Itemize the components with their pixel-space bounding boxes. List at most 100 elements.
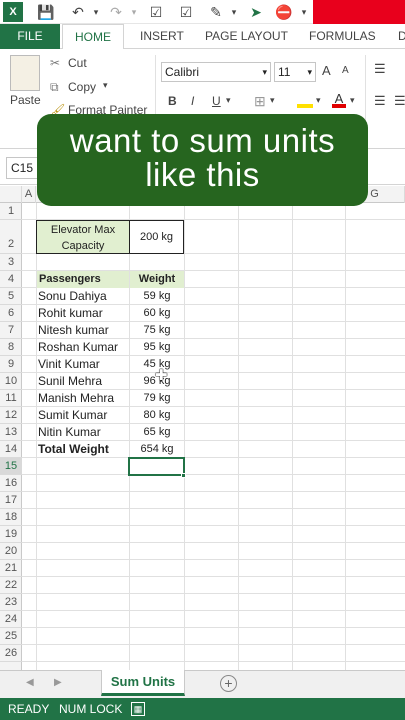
row-header[interactable]: 14 [0, 441, 22, 458]
row-header[interactable]: 1 [0, 203, 22, 220]
worksheet-grid[interactable]: Elevator Max Capacity 200 kg Passengers … [22, 203, 405, 670]
passenger-weight[interactable]: 75 kg [130, 322, 184, 339]
tab-home[interactable]: HOME [62, 24, 124, 50]
selected-cell-c15[interactable] [128, 457, 185, 476]
row-header[interactable]: 18 [0, 509, 22, 526]
align-center-icon[interactable]: ☰ [394, 93, 405, 109]
customize-toolbar-icon[interactable]: ▾ [294, 2, 314, 22]
row-header[interactable]: 3 [0, 254, 22, 271]
passenger-name[interactable]: Sunil Mehra [38, 373, 102, 390]
capacity-value-cell[interactable]: 200 kg [129, 220, 184, 254]
checkbox-icon[interactable]: ☑ [146, 2, 166, 22]
paste-button[interactable]: Paste [10, 93, 41, 107]
row-header[interactable]: 10 [0, 373, 22, 390]
grow-font-button[interactable]: A [322, 63, 331, 78]
tab-data[interactable]: D [398, 24, 405, 49]
row-header[interactable]: 23 [0, 594, 22, 611]
undo-dropdown-icon[interactable]: ▾ [86, 2, 106, 22]
tab-page-layout[interactable]: PAGE LAYOUT [205, 24, 288, 49]
scissors-icon[interactable]: ✂ [50, 56, 60, 70]
row-header-selected[interactable]: 15 [0, 458, 22, 475]
checkbox-icon[interactable]: ☑ [176, 2, 196, 22]
row-header[interactable]: 25 [0, 628, 22, 645]
copy-button[interactable]: Copy [68, 80, 96, 94]
tab-insert[interactable]: INSERT [140, 24, 184, 49]
sheet-tab-sum-units[interactable]: Sum Units [101, 670, 185, 696]
run-icon[interactable]: ➤ [246, 2, 266, 22]
passenger-weight[interactable]: 59 kg [130, 288, 184, 305]
passenger-name[interactable]: Sonu Dahiya [38, 288, 107, 305]
paste-icon[interactable] [10, 55, 40, 91]
borders-dropdown-icon[interactable]: ▾ [270, 95, 275, 106]
redo-icon[interactable]: ↷ [106, 2, 126, 22]
fill-dropdown-icon[interactable]: ▾ [316, 95, 321, 106]
font-color-dropdown-icon[interactable]: ▾ [350, 95, 355, 106]
row-header[interactable]: 4 [0, 271, 22, 288]
passenger-weight[interactable]: 79 kg [130, 390, 184, 407]
passenger-name[interactable]: Rohit kumar [38, 305, 103, 322]
passenger-weight[interactable]: 60 kg [130, 305, 184, 322]
header-weight[interactable]: Weight [130, 271, 184, 288]
row-header[interactable]: 22 [0, 577, 22, 594]
select-all-corner[interactable] [0, 186, 22, 203]
fill-handle[interactable] [181, 473, 186, 478]
passenger-name[interactable]: Nitesh kumar [38, 322, 109, 339]
total-weight-label[interactable]: Total Weight [38, 441, 109, 458]
row-header[interactable]: 13 [0, 424, 22, 441]
copy-dropdown-icon[interactable]: ▾ [103, 80, 108, 91]
chevron-down-icon[interactable]: ▾ [224, 2, 244, 22]
row-header[interactable]: 5 [0, 288, 22, 305]
passenger-name[interactable]: Manish Mehra [38, 390, 114, 407]
row-header[interactable]: 16 [0, 475, 22, 492]
redo-dropdown-icon[interactable]: ▾ [124, 2, 144, 22]
passenger-name[interactable]: Roshan Kumar [38, 339, 118, 356]
column-header-a[interactable]: A [22, 186, 36, 203]
passenger-weight[interactable]: 80 kg [130, 407, 184, 424]
passenger-name[interactable]: Vinit Kumar [38, 356, 100, 373]
align-left-icon[interactable]: ☰ [374, 93, 386, 109]
row-header[interactable]: 6 [0, 305, 22, 322]
row-header[interactable]: 26 [0, 645, 22, 662]
add-sheet-button[interactable]: + [220, 675, 237, 692]
row-header[interactable]: 7 [0, 322, 22, 339]
stop-icon[interactable]: ⛔ [274, 2, 294, 22]
prev-sheet-icon[interactable]: ◀ [26, 677, 34, 688]
header-passengers[interactable]: Passengers [37, 271, 129, 288]
bold-button[interactable]: B [168, 94, 177, 108]
capacity-label-cell[interactable]: Elevator Max Capacity [36, 220, 130, 254]
copy-icon[interactable]: ⧉ [50, 80, 59, 95]
edit-form-icon[interactable]: ✎ [206, 2, 226, 22]
save-icon[interactable]: 💾 [36, 2, 56, 22]
borders-icon[interactable]: ⊞ [254, 93, 266, 110]
row-header[interactable]: 19 [0, 526, 22, 543]
fill-color-icon[interactable] [297, 92, 313, 108]
row-header[interactable]: 8 [0, 339, 22, 356]
row-header[interactable]: 2 [0, 220, 22, 254]
underline-dropdown-icon[interactable]: ▾ [226, 95, 231, 106]
font-color-icon[interactable]: A [332, 92, 346, 108]
tab-formulas[interactable]: FORMULAS [309, 24, 376, 49]
tab-file[interactable]: FILE [0, 24, 60, 49]
italic-button[interactable]: I [191, 94, 194, 108]
passenger-name[interactable]: Nitin Kumar [38, 424, 101, 441]
underline-button[interactable]: U [212, 94, 221, 108]
cut-button[interactable]: Cut [68, 56, 87, 70]
passenger-name[interactable]: Sumit Kumar [38, 407, 107, 424]
row-header[interactable]: 9 [0, 356, 22, 373]
undo-icon[interactable]: ↶ [68, 2, 88, 22]
row-header[interactable]: 11 [0, 390, 22, 407]
shrink-font-button[interactable]: A [342, 65, 349, 76]
macro-record-icon[interactable]: ▦ [131, 702, 145, 716]
passenger-weight[interactable]: 95 kg [130, 339, 184, 356]
font-size-select[interactable]: 11 ▾ [274, 62, 316, 82]
row-header[interactable]: 24 [0, 611, 22, 628]
row-header[interactable]: 12 [0, 407, 22, 424]
row-header[interactable]: 20 [0, 543, 22, 560]
passenger-weight[interactable]: 65 kg [130, 424, 184, 441]
total-weight-value[interactable]: 654 kg [130, 441, 184, 458]
row-header[interactable]: 17 [0, 492, 22, 509]
font-name-select[interactable]: Calibri ▾ [161, 62, 271, 82]
next-sheet-icon[interactable]: ▶ [54, 677, 62, 688]
align-top-icon[interactable]: ☰ [374, 61, 386, 77]
row-header[interactable]: 21 [0, 560, 22, 577]
